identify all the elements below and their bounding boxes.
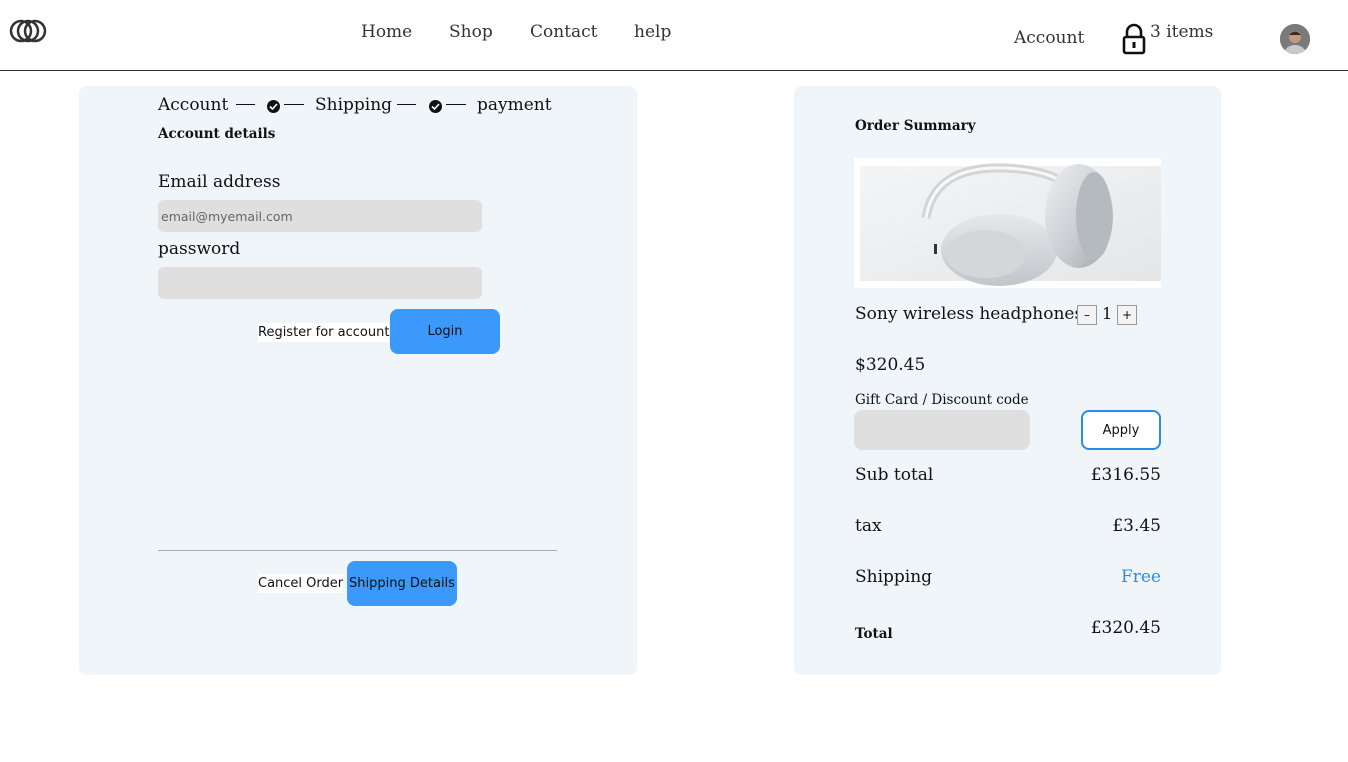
site-header: Home Shop Contact help Account 3 items: [0, 0, 1348, 71]
step-payment[interactable]: payment: [477, 95, 552, 115]
product-name: Sony wireless headphones: [855, 304, 1084, 324]
login-button[interactable]: Login: [390, 309, 500, 354]
discount-label: Gift Card / Discount code: [855, 392, 1029, 408]
nav-home-link[interactable]: Home: [361, 22, 412, 42]
step-connector: [446, 104, 466, 105]
password-field[interactable]: [158, 267, 482, 299]
quantity-value: 1: [1102, 304, 1113, 323]
shipping-details-button[interactable]: Shipping Details: [347, 561, 457, 606]
total-value: £320.45: [1090, 618, 1161, 638]
step-connector: [236, 104, 255, 105]
section-title: Account details: [158, 126, 276, 142]
account-link[interactable]: Account: [1014, 28, 1084, 48]
subtotal-value: £316.55: [1090, 465, 1161, 485]
nav-shop-link[interactable]: Shop: [449, 22, 493, 42]
tax-value: £3.45: [1112, 516, 1161, 536]
divider: [158, 550, 557, 551]
discount-code-field[interactable]: [854, 410, 1030, 450]
step-shipping[interactable]: Shipping: [315, 95, 392, 115]
shipping-label: Shipping: [855, 567, 933, 587]
product-price: $320.45: [855, 355, 926, 375]
checkmark-icon: [429, 100, 442, 113]
avatar[interactable]: [1280, 24, 1310, 54]
tax-label: tax: [855, 516, 882, 536]
step-connector: [397, 104, 416, 105]
quantity-increase-button[interactable]: +: [1117, 305, 1137, 325]
total-label: Total: [855, 626, 893, 642]
product-image: [854, 158, 1161, 288]
step-connector: [284, 104, 304, 105]
brand-logo-icon[interactable]: [9, 18, 47, 44]
nav-contact-link[interactable]: Contact: [530, 22, 598, 42]
step-account[interactable]: Account: [158, 95, 228, 115]
apply-discount-button[interactable]: Apply: [1081, 410, 1161, 450]
nav-help-link[interactable]: help: [634, 22, 671, 42]
quantity-decrease-button[interactable]: –: [1077, 305, 1097, 325]
order-summary-title: Order Summary: [855, 118, 976, 134]
checkmark-icon: [267, 100, 280, 113]
lock-icon[interactable]: [1122, 23, 1146, 55]
shipping-value: Free: [1120, 567, 1161, 587]
subtotal-label: Sub total: [855, 465, 934, 485]
email-field[interactable]: [158, 200, 482, 232]
password-label: password: [158, 239, 241, 259]
cancel-order-button[interactable]: Cancel Order: [258, 574, 344, 593]
email-label: Email address: [158, 172, 281, 192]
register-button[interactable]: Register for account: [258, 323, 390, 342]
cart-count[interactable]: 3 items: [1150, 22, 1213, 42]
